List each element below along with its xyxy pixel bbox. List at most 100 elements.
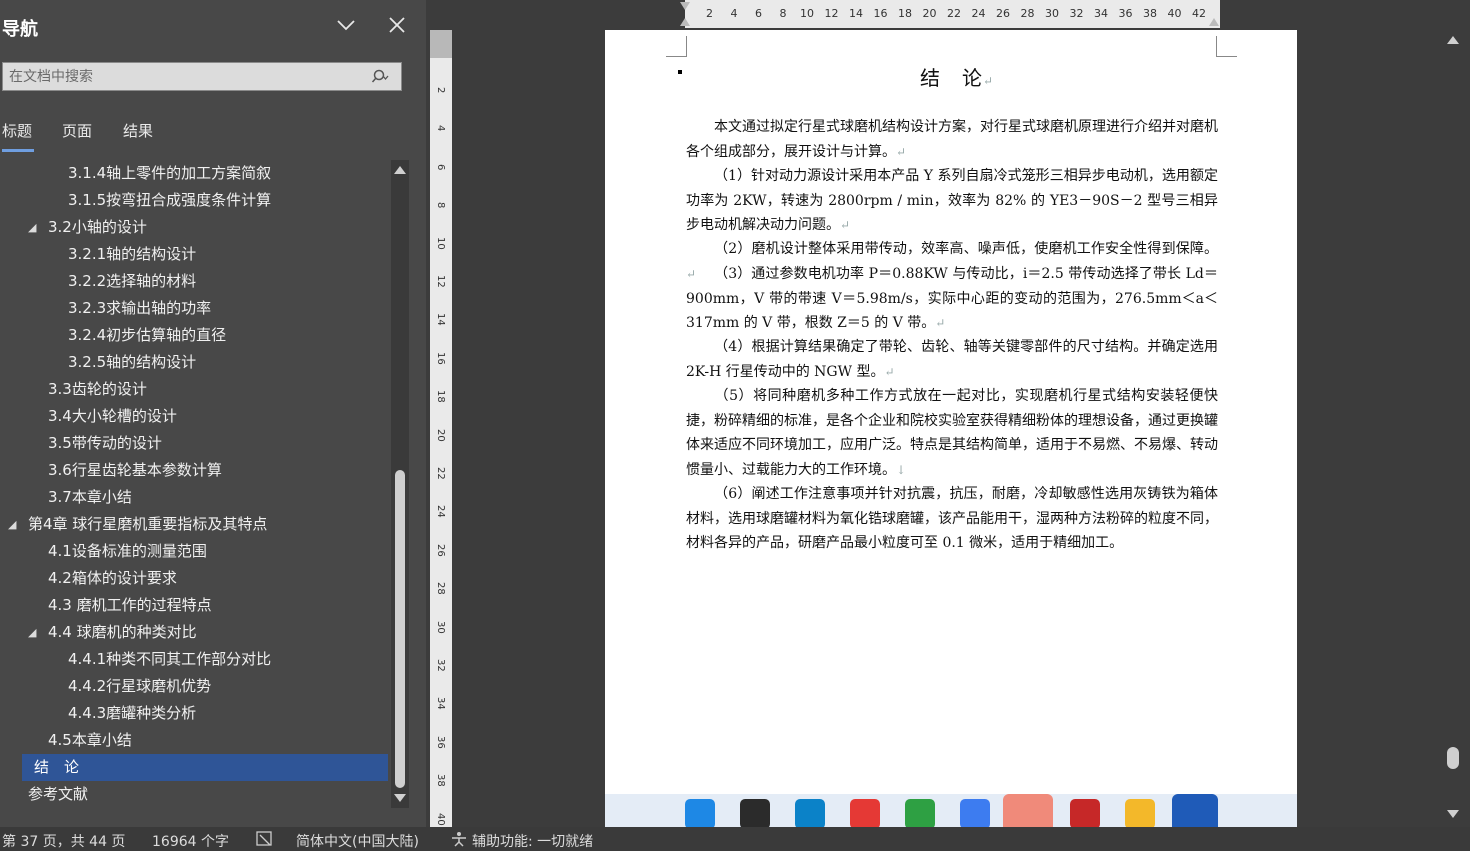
horizontal-ruler: 2 4 6 8 10 12 14 16 18 20 22 24 26 28 30 32 34 36 38 40 42 xyxy=(685,0,1220,28)
heading-item-label: 第4章 球行星磨机重要指标及其特点 xyxy=(28,515,268,533)
ruler-tick-label: 18 xyxy=(898,7,912,20)
scroll-down-arrow-icon[interactable] xyxy=(1447,810,1459,818)
language-indicator[interactable]: 简体中文(中国大陆) xyxy=(296,831,419,851)
scroll-thumb[interactable] xyxy=(395,470,405,788)
heading-item[interactable]: 3.2.5轴的结构设计 xyxy=(0,349,388,376)
search-input[interactable] xyxy=(9,63,359,90)
file-explorer-icon[interactable] xyxy=(1125,799,1155,829)
heading-item[interactable]: 3.5带传动的设计 xyxy=(0,430,388,457)
page-count[interactable]: 第 37 页，共 44 页 xyxy=(2,831,125,851)
tab-headings[interactable]: 标题 xyxy=(2,120,32,141)
paragraph[interactable]: （4）根据计算结果确定了带轮、齿轮、轴等关键零部件的尺寸结构。并确定选用 2K-… xyxy=(686,335,1218,384)
ruler-tick-label: 42 xyxy=(1192,7,1206,20)
heading-item-label: 4.4.3磨罐种类分析 xyxy=(68,704,197,722)
heading-item[interactable]: 4.1设备标准的测量范围 xyxy=(0,538,388,565)
heading-item[interactable]: 3.2.4初步估算轴的直径 xyxy=(0,322,388,349)
heading-item[interactable]: 3.3齿轮的设计 xyxy=(0,376,388,403)
ruler-tick-label: 24 xyxy=(971,7,986,20)
accessibility-status[interactable]: 辅助功能: 一切就绪 xyxy=(472,831,593,851)
heading-item[interactable]: 4.2箱体的设计要求 xyxy=(0,565,388,592)
heading-item[interactable]: 3.6行星齿轮基本参数计算 xyxy=(0,457,388,484)
tab-results[interactable]: 结果 xyxy=(123,120,153,141)
ruler-tick-label: 8 xyxy=(779,7,787,20)
heading-item[interactable]: ◢ 4.4 球磨机的种类对比 xyxy=(0,619,388,646)
paragraph[interactable]: （6）阐述工作注意事项并针对抗震，抗压，耐磨，冷却敏感性选用灰铸铁为箱体材料，选… xyxy=(686,482,1218,556)
ruler-tick-label: 38 xyxy=(435,774,446,787)
heading-item[interactable]: 4.4.2行星球磨机优势 xyxy=(0,673,388,700)
scroll-down-arrow-icon[interactable] xyxy=(394,794,406,802)
ruler-tick-label: 40 xyxy=(1167,7,1182,20)
paragraph[interactable]: （3）通过参数电机功率 P＝0.88KW 与传动比，i＝2.5 带传动选择了带长… xyxy=(686,262,1218,336)
crop-mark xyxy=(1216,36,1237,57)
ruler-tick-label: 32 xyxy=(1069,7,1084,20)
heading-item[interactable]: 4.4.3磨罐种类分析 xyxy=(0,700,388,727)
search-icon[interactable] xyxy=(371,69,389,85)
ruler-tick-label: 28 xyxy=(1020,7,1035,20)
chevron-down-icon[interactable] xyxy=(333,12,359,38)
paragraph-text: （6）阐述工作注意事项并针对抗震，抗压，耐磨，冷却敏感性选用灰铸铁为箱体材料，选… xyxy=(686,486,1218,551)
heading-item-label: 4.1设备标准的测量范围 xyxy=(48,542,207,560)
heading-item-label: 4.3 磨机工作的过程特点 xyxy=(48,596,212,614)
windows-start-icon[interactable] xyxy=(685,799,715,829)
heading-item[interactable]: 3.2.3求输出轴的功率 xyxy=(0,295,388,322)
nav-scrollbar[interactable] xyxy=(391,160,409,808)
ruler-tick-label: 36 xyxy=(1118,7,1133,20)
heading-item[interactable]: 4.4.1种类不同其工作部分对比 xyxy=(0,646,388,673)
paragraph[interactable]: （1）针对动力源设计采用本产品 Y 系列自扇冷式笼形三相异步电动机，选用额定功率… xyxy=(686,164,1218,238)
ruler-tick-label: 26 xyxy=(435,543,446,557)
ruler-tick-label: 22 xyxy=(435,467,446,480)
proofing-icon[interactable] xyxy=(256,831,274,851)
active-tab-indicator xyxy=(2,149,34,152)
hanging-indent-marker[interactable] xyxy=(680,18,690,26)
ruler-tick-label: 18 xyxy=(435,390,446,403)
expand-triangle-icon[interactable]: ◢ xyxy=(28,214,36,241)
scroll-up-arrow-icon[interactable] xyxy=(394,166,406,174)
first-line-indent-marker[interactable] xyxy=(680,2,690,10)
document-page[interactable]: 结 论↵ 本文通过拟定行星式球磨机结构设计方案，对行星式球磨机原理进行介绍并对磨… xyxy=(605,30,1297,827)
document-scrollbar[interactable] xyxy=(1444,30,1462,827)
document-heading[interactable]: 结 论↵ xyxy=(920,62,994,91)
ruler-tick-label: 30 xyxy=(435,620,446,634)
navigation-pane: 导航 标题 页面 结果 3.1.4轴上零件的加工方案简叙 3.1.5按弯扭合成强度… xyxy=(0,0,426,827)
ruler-tick-label: 4 xyxy=(435,125,446,132)
accessibility-icon[interactable] xyxy=(450,831,468,851)
autocad-icon[interactable] xyxy=(1070,799,1100,829)
edge-icon[interactable] xyxy=(795,799,825,829)
app-dark-icon[interactable] xyxy=(740,799,770,829)
expand-triangle-icon[interactable]: ◢ xyxy=(28,619,36,646)
heading-item[interactable]: 参考文献 xyxy=(0,781,388,808)
heading-item[interactable]: 3.2.2选择轴的材料 xyxy=(0,268,388,295)
heading-item[interactable]: 3.1.5按弯扭合成强度条件计算 xyxy=(0,187,388,214)
heading-item[interactable]: 结 论 xyxy=(22,754,388,781)
wechat-icon[interactable] xyxy=(905,799,935,829)
nav-title: 导航 xyxy=(2,19,38,40)
search-box xyxy=(2,62,402,91)
heading-item[interactable]: 3.4大小轮槽的设计 xyxy=(0,403,388,430)
heading-item[interactable]: 4.3 磨机工作的过程特点 xyxy=(0,592,388,619)
expand-triangle-icon[interactable]: ◢ xyxy=(8,511,16,538)
ruler-tick-label: 26 xyxy=(996,7,1010,20)
heading-item[interactable]: ◢ 3.2小轴的设计 xyxy=(0,214,388,241)
heading-item-label: 3.2.4初步估算轴的直径 xyxy=(68,326,227,344)
heading-item[interactable]: ◢ 第4章 球行星磨机重要指标及其特点 xyxy=(0,511,388,538)
scroll-up-arrow-icon[interactable] xyxy=(1447,36,1459,44)
heading-item[interactable]: 3.7本章小结 xyxy=(0,484,388,511)
word-count[interactable]: 16964 个字 xyxy=(152,831,229,851)
paragraph[interactable]: 本文通过拟定行星式球磨机结构设计方案，对行星式球磨机原理进行介绍并对磨机各个组成… xyxy=(686,115,1218,164)
tab-pages[interactable]: 页面 xyxy=(62,120,92,141)
heading-item[interactable]: 3.1.4轴上零件的加工方案简叙 xyxy=(0,160,388,187)
vertical-ruler-margin xyxy=(430,30,452,58)
ruler-tick-label: 22 xyxy=(947,7,961,20)
right-indent-marker[interactable] xyxy=(1209,18,1219,26)
scroll-thumb[interactable] xyxy=(1447,747,1459,769)
ruler-tick-label: 32 xyxy=(435,659,446,672)
heading-item-label: 3.3齿轮的设计 xyxy=(48,380,147,398)
baidu-netdisk-icon[interactable] xyxy=(960,799,990,829)
heading-item[interactable]: 4.5本章小结 xyxy=(0,727,388,754)
ruler-tick-label: 14 xyxy=(849,7,863,20)
wps-icon[interactable] xyxy=(850,799,880,829)
heading-item[interactable]: 3.2.1轴的结构设计 xyxy=(0,241,388,268)
paragraph[interactable]: （5）将同种磨机多种工作方式放在一起对比，实现磨机行星式结构安装轻便快捷，粉碎精… xyxy=(686,384,1218,482)
ruler-tick-label: 4 xyxy=(730,7,738,20)
close-icon[interactable] xyxy=(385,12,409,38)
